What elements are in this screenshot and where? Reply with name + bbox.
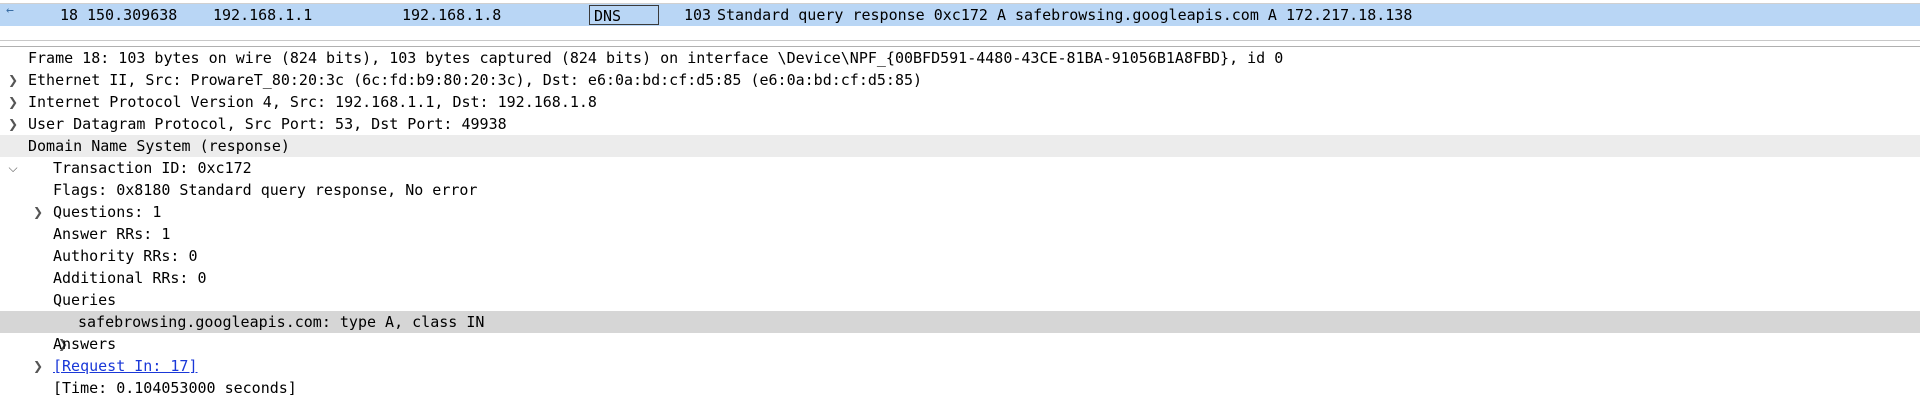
- tree-item-label: Transaction ID: 0xc172: [53, 159, 252, 177]
- packet-time: 150.309638: [87, 6, 178, 24]
- packet-source: 192.168.1.1: [213, 6, 313, 24]
- packet-destination: 192.168.1.8: [402, 6, 502, 24]
- tree-item-flags[interactable]: ❯ Flags: 0x8180 Standard query response,…: [0, 179, 1920, 219]
- tree-item-udp[interactable]: ❯ User Datagram Protocol, Src Port: 53, …: [0, 113, 1920, 153]
- tree-item-label: safebrowsing.googleapis.com: type A, cla…: [78, 313, 485, 331]
- tree-item-answer-rrs[interactable]: Answer RRs: 1: [0, 223, 1920, 245]
- tree-item-label: Additional RRs: 0: [53, 269, 207, 287]
- tree-item-transaction-id[interactable]: Transaction ID: 0xc172: [0, 157, 1920, 179]
- tree-item-dns[interactable]: ⌵ Domain Name System (response): [0, 135, 1920, 175]
- tree-item-label: User Datagram Protocol, Src Port: 53, Ds…: [28, 115, 507, 133]
- tree-item-time[interactable]: [Time: 0.104053000 seconds]: [0, 377, 1920, 399]
- tree-item-label: Queries: [53, 291, 117, 309]
- packet-no: 18: [60, 6, 79, 24]
- tree-item-ip[interactable]: ❯ Internet Protocol Version 4, Src: 192.…: [0, 91, 1920, 131]
- tree-item-label: Answers: [53, 335, 117, 353]
- related-packet-arrow-icon: ←︎: [6, 3, 14, 18]
- tree-item-queries[interactable]: ⌵ Queries: [0, 289, 1920, 329]
- tree-item-label: Authority RRs: 0: [53, 247, 198, 265]
- packet-protocol: DNS: [589, 5, 659, 25]
- packet-list-pane: ←︎ 18 150.309638 192.168.1.1 192.168.1.8…: [0, 0, 1920, 41]
- packet-length: 103: [684, 6, 712, 24]
- tree-item-label: Frame 18: 103 bytes on wire (824 bits), …: [28, 49, 1284, 67]
- tree-item-request-in[interactable]: [Request In: 17]: [0, 355, 1920, 377]
- tree-item-answers[interactable]: ❯ Answers: [0, 333, 1920, 373]
- packet-list-row-selected[interactable]: ←︎ 18 150.309638 192.168.1.1 192.168.1.8…: [0, 4, 1920, 26]
- tree-item-label: Answer RRs: 1: [53, 225, 171, 243]
- tree-item-additional-rrs[interactable]: Additional RRs: 0: [0, 267, 1920, 289]
- packet-info: Standard query response 0xc172 A safebro…: [717, 6, 1413, 24]
- tree-item-frame[interactable]: ❯ Frame 18: 103 bytes on wire (824 bits)…: [0, 47, 1920, 87]
- tree-item-label: Flags: 0x8180 Standard query response, N…: [53, 181, 478, 199]
- tree-item-query-entry[interactable]: ❯ safebrowsing.googleapis.com: type A, c…: [0, 311, 1920, 351]
- tree-item-questions[interactable]: Questions: 1: [0, 201, 1920, 223]
- tree-item-label: Internet Protocol Version 4, Src: 192.16…: [28, 93, 597, 111]
- tree-item-label: Ethernet II, Src: ProwareT_80:20:3c (6c:…: [28, 71, 923, 89]
- request-in-link[interactable]: [Request In: 17]: [53, 355, 198, 377]
- packet-details-pane: ❯ Frame 18: 103 bytes on wire (824 bits)…: [0, 46, 1920, 412]
- tree-item-label: Questions: 1: [53, 203, 162, 221]
- tree-item-ethernet[interactable]: ❯ Ethernet II, Src: ProwareT_80:20:3c (6…: [0, 69, 1920, 109]
- tree-item-label: [Time: 0.104053000 seconds]: [53, 379, 297, 397]
- tree-item-authority-rrs[interactable]: Authority RRs: 0: [0, 245, 1920, 267]
- tree-item-label: Domain Name System (response): [28, 137, 290, 155]
